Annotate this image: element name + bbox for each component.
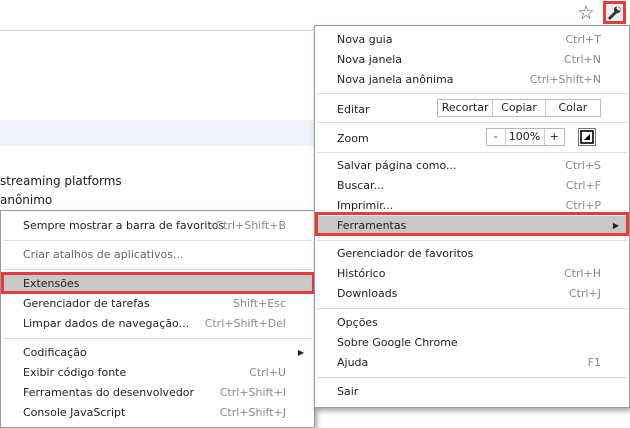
menu-separator bbox=[317, 152, 627, 153]
menu-item-shortcut: F1 bbox=[587, 356, 601, 369]
zoom-in-button[interactable]: + bbox=[545, 129, 564, 145]
menu-item-label: Downloads bbox=[337, 287, 398, 300]
menu-item-label: Sair bbox=[337, 385, 359, 398]
menu-item-label: Nova janela anônima bbox=[337, 73, 454, 86]
menu-item-shortcut: Ctrl+P bbox=[565, 199, 601, 212]
menu-separator bbox=[3, 240, 312, 241]
menu-item-shortcut: Shift+Esc bbox=[233, 297, 286, 310]
menu-item-label: Limpar dados de navegação... bbox=[23, 317, 190, 330]
tools-submenu: Sempre mostrar a barra de favoritos Ctrl… bbox=[0, 210, 315, 428]
menu-item-task-manager[interactable]: Gerenciador de tarefas Shift+Esc bbox=[1, 294, 314, 314]
menu-item-app-shortcuts[interactable]: Criar atalhos de aplicativos... bbox=[1, 245, 314, 265]
menu-item-view-source[interactable]: Exibir código fonte Ctrl+U bbox=[1, 363, 314, 383]
menu-item-label: Ajuda bbox=[337, 356, 369, 369]
menu-item-label: Console JavaScript bbox=[23, 406, 126, 419]
menu-item-downloads[interactable]: Downloads Ctrl+J bbox=[315, 284, 629, 304]
menu-item-bookmark-manager[interactable]: Gerenciador de favoritos bbox=[315, 244, 629, 264]
fullscreen-button[interactable] bbox=[578, 128, 596, 146]
menu-item-shortcut: Ctrl+F bbox=[565, 179, 601, 192]
page-text-line: streaming platforms bbox=[0, 174, 122, 188]
menu-item-shortcut: Ctrl+S bbox=[565, 159, 601, 172]
cut-button[interactable]: Recortar bbox=[438, 100, 494, 116]
menu-separator bbox=[317, 308, 627, 309]
menu-item-extensions[interactable]: Extensões bbox=[1, 274, 314, 294]
menu-item-new-tab[interactable]: Nova guia Ctrl+T bbox=[315, 30, 629, 50]
menu-item-encoding[interactable]: Codificação ▶ bbox=[1, 343, 314, 363]
page-text-line: anônimo bbox=[0, 193, 53, 207]
menu-item-print[interactable]: Imprimir... Ctrl+P bbox=[315, 196, 629, 216]
menu-item-help[interactable]: Ajuda F1 bbox=[315, 353, 629, 373]
menu-item-label: Gerenciador de favoritos bbox=[337, 247, 474, 260]
menu-item-shortcut: Ctrl+J bbox=[568, 287, 601, 300]
menu-separator bbox=[317, 122, 627, 123]
menu-item-label: Zoom bbox=[337, 132, 369, 145]
page-highlight-band bbox=[0, 120, 316, 146]
menu-item-label: Opções bbox=[337, 316, 378, 329]
menu-item-history[interactable]: Histórico Ctrl+H bbox=[315, 264, 629, 284]
menu-item-label: Ferramentas do desenvolvedor bbox=[23, 386, 195, 399]
menu-item-label: Salvar página como... bbox=[337, 159, 457, 172]
menu-item-options[interactable]: Opções bbox=[315, 313, 629, 333]
menu-item-label: Exibir código fonte bbox=[23, 366, 127, 379]
menu-item-label: Criar atalhos de aplicativos... bbox=[23, 248, 184, 261]
menu-item-label: Nova guia bbox=[337, 33, 393, 46]
menu-item-shortcut: Ctrl+Shift+N bbox=[529, 73, 601, 86]
chrome-main-menu: Nova guia Ctrl+T Nova janela Ctrl+N Nova… bbox=[314, 25, 630, 408]
menu-item-shortcut: Ctrl+Shift+B bbox=[215, 219, 286, 232]
menu-item-label: Editar bbox=[337, 103, 370, 116]
menu-item-new-window[interactable]: Nova janela Ctrl+N bbox=[315, 50, 629, 70]
menu-item-shortcut: Ctrl+N bbox=[563, 53, 601, 66]
menu-separator bbox=[3, 269, 312, 270]
menu-item-label: Codificação bbox=[23, 346, 87, 359]
menu-item-label: Imprimir... bbox=[337, 199, 394, 212]
menu-item-label: Ferramentas bbox=[337, 219, 407, 232]
menu-item-label: Sobre Google Chrome bbox=[337, 336, 458, 349]
copy-button[interactable]: Copiar bbox=[493, 100, 546, 116]
menu-item-js-console[interactable]: Console JavaScript Ctrl+Shift+J bbox=[1, 403, 314, 423]
menu-item-shortcut: Ctrl+Shift+J bbox=[219, 406, 286, 419]
menu-item-shortcut: Ctrl+H bbox=[563, 267, 601, 280]
menu-item-clear-data[interactable]: Limpar dados de navegação... Ctrl+Shift+… bbox=[1, 314, 314, 334]
zoom-out-button[interactable]: - bbox=[487, 129, 506, 145]
menu-item-label: Gerenciador de tarefas bbox=[23, 297, 150, 310]
menu-item-shortcut: Ctrl+U bbox=[249, 366, 286, 379]
menu-separator bbox=[317, 240, 627, 241]
menu-item-incognito-window[interactable]: Nova janela anônima Ctrl+Shift+N bbox=[315, 70, 629, 90]
menu-item-label: Histórico bbox=[337, 267, 386, 280]
menu-item-shortcut: Ctrl+T bbox=[565, 33, 601, 46]
zoom-level: 100% bbox=[506, 129, 545, 145]
menu-item-tools[interactable]: Ferramentas ▶ bbox=[315, 216, 629, 236]
submenu-arrow-icon: ▶ bbox=[612, 221, 619, 230]
menu-item-dev-tools[interactable]: Ferramentas do desenvolvedor Ctrl+Shift+… bbox=[1, 383, 314, 403]
star-icon: ☆ bbox=[577, 2, 595, 24]
bookmark-star-button[interactable]: ☆ bbox=[575, 2, 597, 24]
submenu-arrow-icon: ▶ bbox=[297, 348, 304, 357]
menu-item-label: Nova janela bbox=[337, 53, 403, 66]
menu-separator bbox=[317, 377, 627, 378]
edit-button-group: Recortar Copiar Colar bbox=[437, 99, 601, 117]
menu-item-label: Extensões bbox=[23, 277, 80, 290]
menu-item-shortcut: Ctrl+Shift+I bbox=[219, 386, 286, 399]
fullscreen-icon bbox=[580, 130, 594, 144]
menu-separator bbox=[317, 93, 627, 94]
menu-item-label: Sempre mostrar a barra de favoritos bbox=[23, 219, 225, 232]
menu-item-exit[interactable]: Sair bbox=[315, 382, 629, 402]
menu-item-label: Buscar... bbox=[337, 179, 385, 192]
wrench-icon bbox=[608, 5, 621, 20]
wrench-menu-button[interactable] bbox=[603, 1, 626, 24]
zoom-button-group: - 100% + bbox=[486, 128, 565, 146]
menu-separator bbox=[3, 338, 312, 339]
menu-item-bookmarks-bar[interactable]: Sempre mostrar a barra de favoritos Ctrl… bbox=[1, 216, 314, 236]
paste-button[interactable]: Colar bbox=[546, 100, 600, 116]
menu-item-save-page[interactable]: Salvar página como... Ctrl+S bbox=[315, 156, 629, 176]
menu-item-about-chrome[interactable]: Sobre Google Chrome bbox=[315, 333, 629, 353]
menu-item-find[interactable]: Buscar... Ctrl+F bbox=[315, 176, 629, 196]
menu-item-shortcut: Ctrl+Shift+Del bbox=[204, 317, 286, 330]
